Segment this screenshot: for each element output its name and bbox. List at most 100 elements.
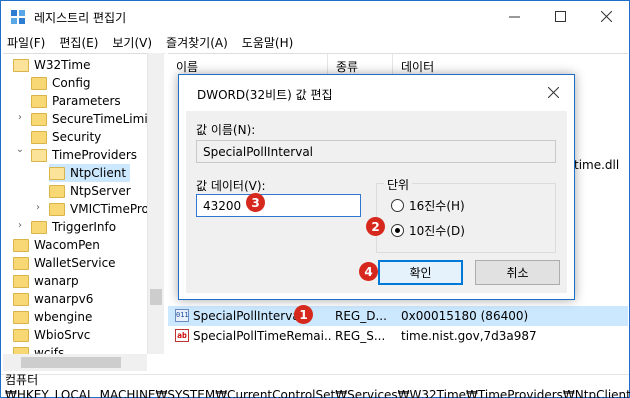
folder-icon: [13, 328, 29, 342]
radio-hexadecimal[interactable]: 16진수(H): [391, 197, 465, 214]
folder-icon: [31, 220, 47, 234]
tree-item-timeproviders[interactable]: TimeProviders: [31, 146, 137, 164]
tree-item-security[interactable]: Security: [31, 128, 101, 146]
menu-view[interactable]: 보기(V): [112, 34, 152, 51]
scrollbar-thumb[interactable]: [150, 289, 162, 305]
partial-data-cell: time.dll: [574, 158, 620, 172]
folder-icon: [31, 112, 47, 126]
tree-item-securetimelimits[interactable]: SecureTimeLimits: [31, 110, 159, 128]
menu-help[interactable]: 도움말(H): [242, 34, 294, 51]
tree-item-wanarp[interactable]: wanarp: [13, 272, 79, 290]
maximize-icon: [554, 11, 566, 22]
folder-icon: [13, 256, 29, 270]
tree-item-label: TriggerInfo: [52, 220, 117, 234]
folder-icon: [13, 310, 29, 324]
value-type: REG_D...: [335, 309, 387, 323]
tree-item-wbiosrvc[interactable]: WbioSrvc: [13, 326, 90, 344]
menu-bar: 파일(F) 편집(E) 보기(V) 즐겨찾기(A) 도움말(H): [1, 32, 629, 52]
tree-item-config[interactable]: Config: [31, 74, 91, 92]
minimize-icon: [508, 16, 520, 18]
collapse-chevron-icon[interactable]: ⌄: [15, 144, 25, 155]
folder-icon: [13, 238, 29, 252]
maximize-button[interactable]: [537, 1, 583, 32]
base-groupbox: [376, 183, 556, 253]
tree-item-triggerinfo[interactable]: TriggerInfo: [31, 218, 116, 236]
value-type: REG_S...: [335, 329, 386, 343]
key-tree[interactable]: W32Time Config Parameters › SecureTimeLi…: [3, 53, 165, 371]
dialog-close-button[interactable]: [540, 79, 566, 105]
folder-icon: [13, 292, 29, 306]
tree-item-w32time[interactable]: W32Time: [13, 56, 91, 74]
ok-button[interactable]: 확인: [378, 260, 463, 285]
tree-item-label: wanarp: [34, 274, 79, 288]
dword-value-icon: 011: [175, 309, 189, 322]
tree-item-label: VMICTimeProv: [70, 202, 156, 216]
tree-item-wacompen[interactable]: WacomPen: [13, 236, 100, 254]
annotation-badge-3: 3: [246, 193, 265, 212]
tree-item-wbengine[interactable]: wbengine: [13, 308, 92, 326]
value-name-field: SpecialPollInterval: [196, 140, 556, 163]
tree-item-label: NtpClient: [70, 166, 127, 180]
value-data-input[interactable]: 43200: [196, 194, 361, 217]
annotation-badge-1: 1: [294, 305, 313, 324]
tree-item-vmictimeprov[interactable]: VMICTimeProv: [49, 200, 156, 218]
radio-decimal[interactable]: 10진수(D): [391, 222, 465, 239]
folder-icon: [31, 130, 47, 144]
expand-chevron-icon[interactable]: ›: [33, 202, 43, 213]
value-name-text: SpecialPollInterval: [203, 144, 314, 159]
registry-editor-icon: [11, 10, 25, 24]
folder-icon: [49, 202, 65, 216]
tree-item-label: TimeProviders: [52, 148, 138, 162]
radio-unchecked-icon: [391, 199, 404, 212]
dialog-title: DWORD(32비트) 값 편집: [197, 88, 333, 102]
annotation-badge-2: 2: [366, 217, 385, 236]
title-bar[interactable]: 레지스트리 편집기: [1, 1, 629, 32]
value-name: SpecialPollTimeRemai...: [193, 329, 333, 343]
list-row-specialpollinterval[interactable]: 011 SpecialPollInterval REG_D... 0x00015…: [168, 306, 628, 326]
folder-icon: [49, 184, 65, 198]
radio-label: 10진수(D): [409, 224, 465, 238]
tree-item-wanarpv6[interactable]: wanarpv6: [13, 290, 93, 308]
radio-label: 16진수(H): [409, 199, 465, 213]
string-value-icon: ab: [175, 329, 189, 342]
tree-item-label: WacomPen: [34, 238, 100, 252]
base-label: 단위: [384, 176, 413, 193]
folder-icon: [31, 94, 47, 108]
list-row-specialpolltimeremaining[interactable]: ab SpecialPollTimeRemai... REG_S... time…: [168, 326, 628, 346]
value-data-label: 값 데이터(V):: [196, 179, 266, 193]
menu-favorites[interactable]: 즐겨찾기(A): [166, 34, 228, 51]
tree-horizontal-scrollbar[interactable]: [3, 354, 147, 371]
expand-chevron-icon[interactable]: ›: [15, 220, 25, 231]
tree-item-label: wanarpv6: [34, 292, 94, 306]
status-bar: 컴퓨터₩HKEY_LOCAL_MACHINE₩SYSTEM₩CurrentCon…: [1, 372, 630, 398]
tree-item-label: NtpServer: [70, 184, 131, 198]
tree-item-walletservice[interactable]: WalletService: [13, 254, 116, 272]
tree-item-label: WbioSrvc: [34, 328, 91, 342]
close-button[interactable]: [583, 1, 629, 32]
tree-item-label: SecureTimeLimits: [52, 112, 159, 126]
tree-item-label: Config: [52, 76, 91, 90]
value-data: 0x00015180 (86400): [401, 309, 529, 323]
tree-item-label: Parameters: [52, 94, 121, 108]
tree-vertical-scrollbar[interactable]: [147, 53, 164, 354]
tree-item-parameters[interactable]: Parameters: [31, 92, 121, 110]
value-data: time.nist.gov,7d3a987: [401, 329, 537, 343]
folder-icon: [31, 76, 47, 90]
status-path: 컴퓨터₩HKEY_LOCAL_MACHINE₩SYSTEM₩CurrentCon…: [5, 372, 630, 398]
window-title: 레지스트리 편집기: [34, 11, 127, 25]
close-icon: [600, 11, 612, 22]
folder-open-icon: [31, 148, 47, 162]
folder-open-icon: [13, 58, 29, 72]
scrollbar-thumb[interactable]: [21, 357, 121, 368]
tree-item-ntpclient[interactable]: NtpClient: [49, 164, 131, 182]
annotation-badge-4: 4: [359, 262, 378, 281]
tree-item-ntpserver[interactable]: NtpServer: [49, 182, 131, 200]
minimize-button[interactable]: [491, 1, 537, 32]
expand-chevron-icon[interactable]: ›: [15, 112, 25, 123]
value-data-text: 43200: [203, 198, 242, 213]
menu-edit[interactable]: 편집(E): [59, 34, 98, 51]
cancel-button[interactable]: 취소: [475, 260, 560, 285]
folder-icon: [13, 274, 29, 288]
close-icon: [547, 86, 559, 98]
menu-file[interactable]: 파일(F): [7, 34, 45, 51]
